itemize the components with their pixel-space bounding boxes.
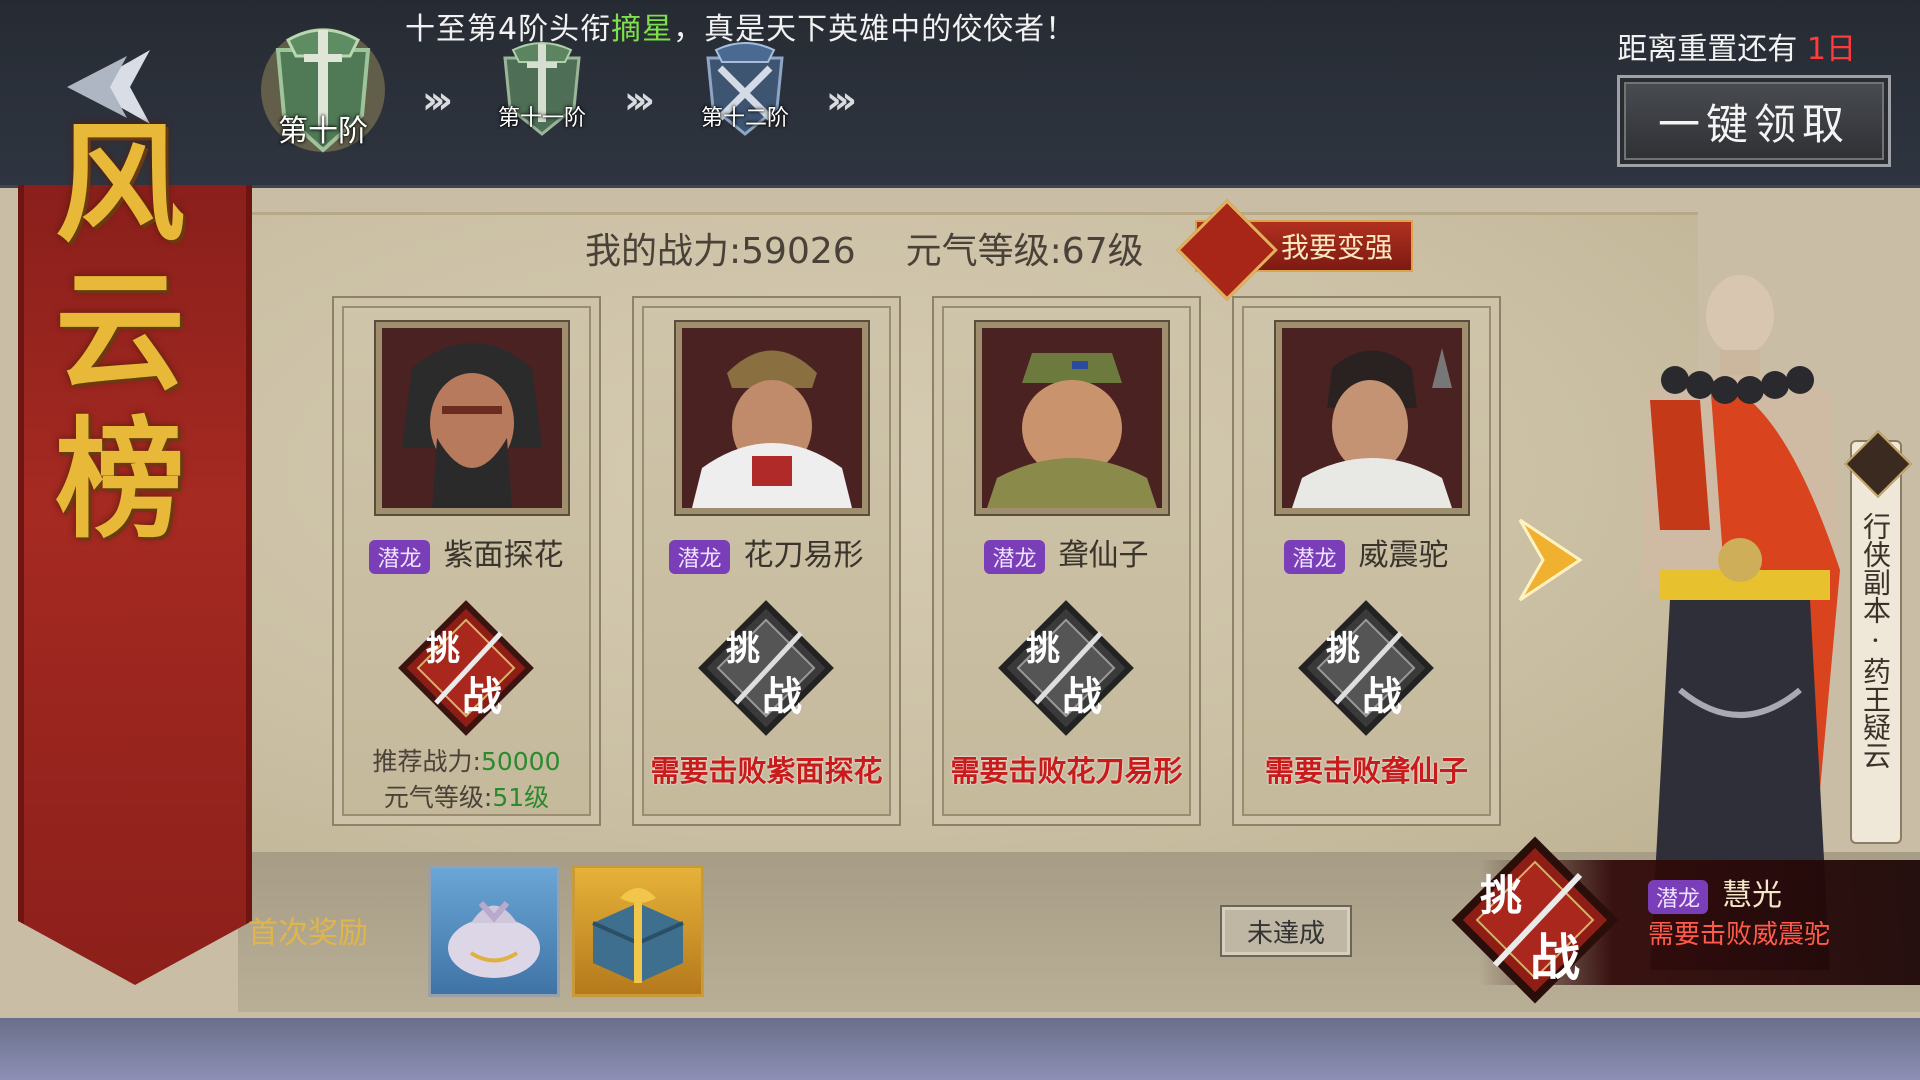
reward-status-button[interactable]: 未達成 (1220, 905, 1352, 957)
opponent-card: 潜龙 花刀易形 挑 战 需要击败紫面探花 (632, 296, 901, 826)
challenge-glyph-1: 挑 (1026, 629, 1060, 669)
challenge-glyph-2: 战 (1062, 673, 1102, 720)
opponent-card: 潜龙 聋仙子 挑 战 需要击败花刀易形 (932, 296, 1201, 826)
challenge-button-locked[interactable]: 挑 战 (1296, 598, 1436, 738)
challenge-glyph-1: 挑 (726, 629, 760, 669)
opponent-name-row: 潜龙 紫面探花 (334, 530, 599, 574)
opponent-card: 潜龙 威震驼 挑 战 需要击败聋仙子 (1232, 296, 1501, 826)
boss-challenge-button[interactable]: 挑 战 (1450, 835, 1620, 1005)
unlock-requirement: 需要击败紫面探花 (650, 754, 883, 788)
get-stronger-button[interactable]: 我要变强 (1176, 199, 1413, 301)
challenge-glyph-2: 战 (1530, 928, 1580, 987)
challenge-glyph-2: 战 (1362, 673, 1402, 720)
tier-12[interactable]: 第十二阶 (690, 38, 800, 138)
rank-tag: 潜龙 (1284, 539, 1345, 574)
challenge-button-locked[interactable]: 挑 战 (996, 598, 1136, 738)
challenge-glyph-1: 挑 (1480, 871, 1522, 920)
opponent-portrait[interactable] (1276, 322, 1468, 514)
claim-all-button[interactable]: 一键领取 (1617, 75, 1891, 167)
boss-name-row: 潜龙 慧光 (1648, 870, 1782, 914)
rank-tag: 潜龙 (369, 539, 430, 574)
opponent-name: 紫面探花 (443, 538, 564, 573)
opponent-name-row: 潜龙 聋仙子 (934, 530, 1199, 574)
boss-requirement: 需要击败威震驼 (1648, 920, 1831, 950)
opponent-portrait[interactable] (976, 322, 1168, 514)
opponent-name: 聋仙子 (1058, 538, 1149, 573)
my-level: 元气等级:67级 (905, 231, 1144, 272)
opponent-name-row: 潜龙 花刀易形 (634, 530, 899, 574)
challenge-glyph-1: 挑 (426, 629, 460, 669)
reward-item[interactable] (428, 865, 560, 997)
my-power: 我的战力:59026 (585, 231, 856, 272)
recommendation: 推荐战力:50000 元气等级:51级 (372, 747, 561, 812)
reset-timer: 距离重置还有 1日 (1617, 32, 1856, 67)
opponent-name: 花刀易形 (743, 538, 864, 573)
challenge-button[interactable]: 挑 战 (396, 598, 536, 738)
side-dungeon-tab[interactable]: 行侠副本·药王疑云 (1844, 430, 1912, 844)
treasure-chest-icon (592, 888, 684, 983)
unlock-requirement: 需要击败花刀易形 (950, 754, 1183, 788)
tier-chevron-icon: ››› (422, 78, 453, 122)
opponent-name-row: 潜龙 威震驼 (1234, 530, 1499, 574)
opponent-portrait[interactable] (676, 322, 868, 514)
rank-tag: 潜龙 (984, 539, 1045, 574)
next-page-arrow-icon[interactable] (1515, 515, 1585, 605)
challenge-glyph-2: 战 (762, 673, 802, 720)
unlock-requirement: 需要击败聋仙子 (1264, 754, 1468, 788)
reward-item[interactable] (572, 865, 704, 997)
tier-11[interactable]: 第十一阶 (487, 38, 597, 138)
player-stats: 我的战力:59026 元气等级:67级 (585, 222, 1194, 274)
boss-name: 慧光 (1722, 878, 1783, 913)
banner-title: 风云榜 (54, 107, 185, 556)
opponent-card: 潜龙 紫面探花 挑 战 推荐战力:50000 元气等级:51级 (332, 296, 601, 826)
cloth-bundle-icon (448, 901, 540, 978)
rank-tag: 潜龙 (669, 539, 730, 574)
first-reward-label: 首次奖励 (248, 916, 368, 951)
tier-chevron-icon: ››› (826, 78, 857, 122)
opponent-name: 威震驼 (1358, 538, 1449, 573)
opponent-portrait[interactable] (376, 322, 568, 514)
tier-chevron-icon: ››› (624, 78, 655, 122)
challenge-glyph-2: 战 (462, 673, 502, 720)
floor-decoration (0, 1018, 1920, 1080)
challenge-button-locked[interactable]: 挑 战 (696, 598, 836, 738)
challenge-glyph-1: 挑 (1326, 629, 1360, 669)
rank-tag: 潜龙 (1648, 879, 1709, 914)
tier-10[interactable]: 第十阶 (258, 20, 388, 160)
